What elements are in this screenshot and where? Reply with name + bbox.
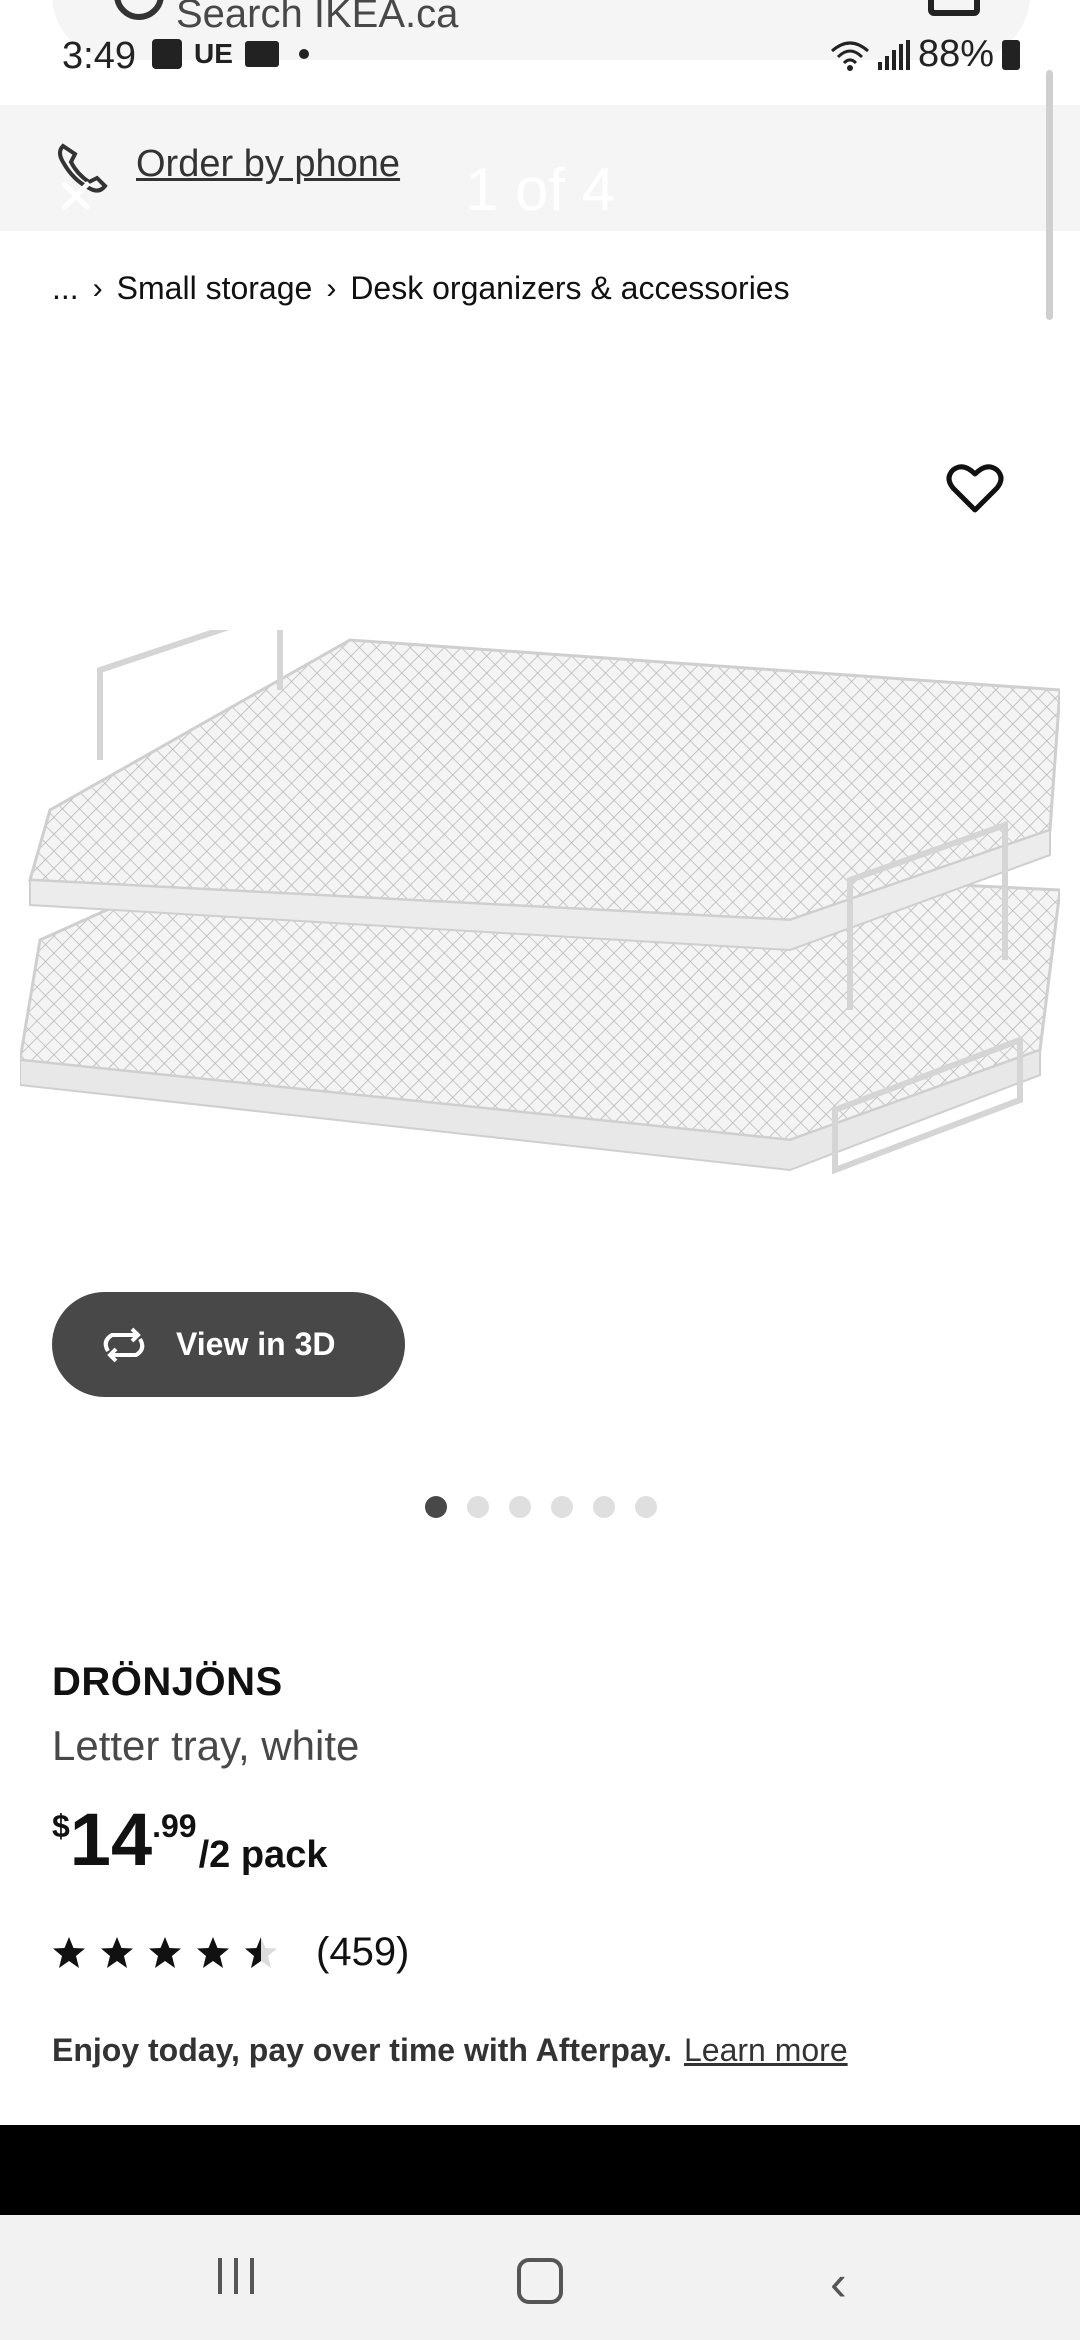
search-icon	[114, 0, 164, 20]
home-icon[interactable]	[517, 2258, 563, 2304]
pagination-dot[interactable]	[551, 1496, 573, 1518]
price-decimals: .99	[152, 1808, 197, 1844]
breadcrumb-desk-organizers[interactable]: Desk organizers & accessories	[350, 270, 789, 307]
chevron-right-icon: ›	[92, 271, 103, 305]
star-full-icon	[197, 1936, 229, 1968]
star-full-icon	[53, 1936, 85, 1968]
order-by-phone-link[interactable]: Order by phone	[136, 143, 400, 186]
chevron-right-icon: ›	[326, 271, 337, 305]
notification-dot-icon	[298, 49, 309, 59]
afterpay-learn-more-link[interactable]: Learn more	[684, 2032, 848, 2069]
image-pagination	[425, 1496, 657, 1518]
product-description: Letter tray, white	[52, 1722, 360, 1769]
wifi-icon	[830, 41, 869, 71]
view-in-3d-label: View in 3D	[176, 1326, 336, 1362]
bottom-black-band	[0, 2125, 1080, 2215]
battery-percent: 88%	[917, 33, 994, 75]
recents-icon[interactable]	[218, 2258, 254, 2294]
carousel-counter: 1 of 4	[465, 156, 616, 223]
back-icon[interactable]: ‹	[830, 2254, 847, 2312]
review-count[interactable]: (459)	[316, 1930, 409, 1975]
status-icons-right: 88%	[830, 33, 1020, 76]
pagination-dot[interactable]	[635, 1496, 657, 1518]
product-rating[interactable]: (459)	[52, 1930, 409, 1975]
afterpay-message: Enjoy today, pay over time with Afterpay…	[52, 2032, 848, 2069]
price-unit: /2 pack	[198, 1834, 328, 1876]
status-icons-left: UE	[152, 38, 309, 70]
star-full-icon	[149, 1936, 181, 1968]
product-image[interactable]	[20, 630, 1060, 1220]
star-half-icon	[245, 1936, 277, 1968]
product-name: DRÖNJÖNS	[52, 1660, 283, 1704]
scrollbar[interactable]	[1046, 70, 1053, 320]
status-time: 3:49	[62, 35, 136, 77]
pagination-dot[interactable]	[593, 1496, 615, 1518]
breadcrumb-ellipsis[interactable]: ...	[52, 270, 79, 307]
pagination-dot[interactable]	[467, 1496, 489, 1518]
gallery-icon	[152, 39, 182, 69]
star-full-icon	[101, 1936, 133, 1968]
price-currency: $	[52, 1808, 70, 1844]
pagination-dot[interactable]	[425, 1496, 447, 1518]
afterpay-text: Enjoy today, pay over time with Afterpay…	[52, 2032, 672, 2068]
search-placeholder: Search IKEA.ca	[176, 0, 459, 36]
heart-icon[interactable]	[945, 460, 1005, 516]
view-in-3d-button[interactable]: View in 3D	[52, 1292, 405, 1397]
breadcrumb: ... › Small storage › Desk organizers & …	[52, 270, 790, 307]
pagination-dot[interactable]	[509, 1496, 531, 1518]
price-whole: 14	[69, 1798, 153, 1881]
mail-icon	[244, 41, 279, 67]
signal-icon	[877, 39, 910, 70]
camera-icon[interactable]	[928, 0, 980, 16]
product-price: $ 14 .99 /2 pack	[52, 1800, 327, 1880]
battery-icon	[1002, 39, 1020, 70]
close-icon[interactable]: ✕	[55, 168, 97, 226]
breadcrumb-small-storage[interactable]: Small storage	[117, 270, 313, 307]
ue-label: UE	[194, 38, 233, 69]
rotate-3d-icon	[103, 1327, 145, 1362]
